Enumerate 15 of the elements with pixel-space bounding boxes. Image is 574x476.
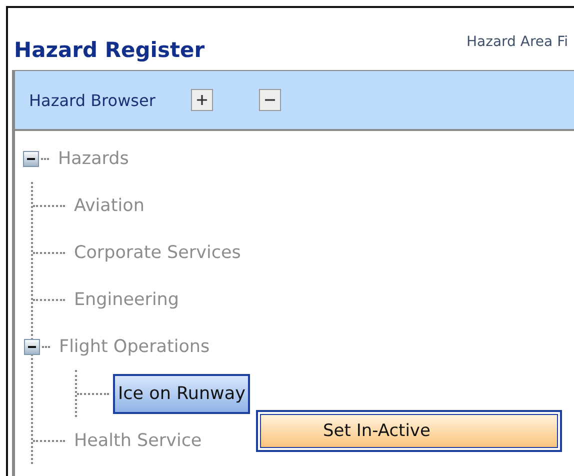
tree-item[interactable]: Hazards — [53, 138, 134, 178]
menu-item[interactable]: Set In-Active — [260, 414, 558, 448]
filter-label: Hazard Area Fi — [466, 34, 568, 50]
collapse-icon[interactable] — [23, 150, 39, 166]
page-title: Hazard Register — [14, 38, 205, 62]
tree-item[interactable]: Engineering — [69, 280, 184, 320]
expand-all-button[interactable] — [191, 89, 214, 111]
collapse-all-button[interactable] — [259, 89, 282, 111]
tree-item[interactable]: Health Service — [69, 420, 207, 460]
tree-item[interactable]: Flight Operations — [54, 326, 215, 366]
tree-item[interactable]: Ice on Runway — [113, 374, 250, 414]
panel-title: Hazard Browser — [29, 90, 156, 110]
tree-item[interactable]: Aviation — [69, 186, 150, 226]
collapse-icon[interactable] — [24, 338, 40, 354]
tree-item[interactable]: Corporate Services — [69, 232, 246, 272]
